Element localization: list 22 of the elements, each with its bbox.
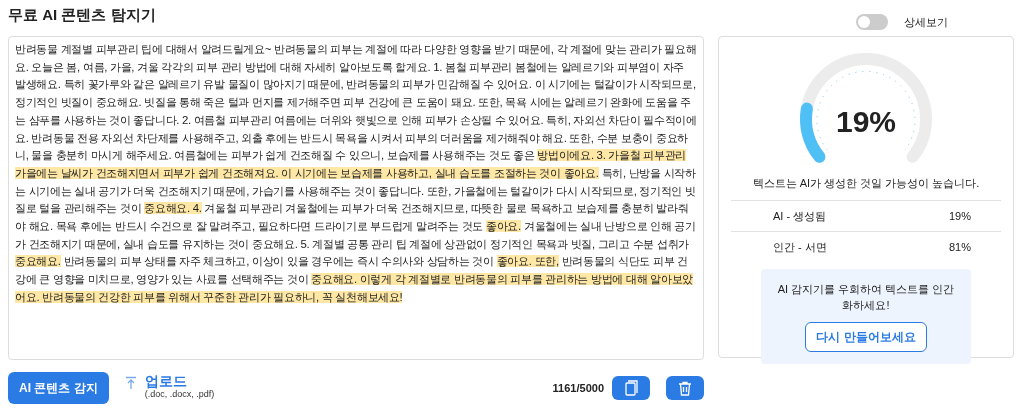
- trash-icon: [678, 380, 692, 396]
- upload-link[interactable]: 업로드: [144, 374, 187, 389]
- toggle-label: 상세보기: [904, 15, 948, 30]
- row-label: AI - 생성됨: [773, 208, 827, 224]
- row-label: 인간 - 서면: [773, 240, 827, 255]
- gauge-reading: 19%: [834, 104, 897, 140]
- page-title: 무료 AI 콘텐츠 탐지기: [8, 6, 156, 25]
- copy-button[interactable]: [612, 376, 650, 400]
- file-formats: (.doc, .docx, .pdf): [144, 389, 215, 402]
- essay-text: 반려동물 계절별 피부관리 팁에 대해서 알려드릴게요~ 반려동물의 피부는 계절에 따라 다양한 영향을 받기 때문에, 각 계절에 맞는 관리가 필요해요. 오늘은 봄, 여름, 가을, 겨울 각각의 피부 관리 방법에 대해 자세히 알아보도록 할게요. 1. 봄철 피부관리 봄철에는 알레르기와 피부염이 자주 발생해요. 특히 꽃가루와 같은 알레르기 유발 물질이 많아지기 때문에, 반려동물의 피부가 민감해질 수 있어요. 이 시기에는 털갈이가 시작되므로, 정기적인 빗질이 중요해요. 빗질을 통해 죽은 털과 먼지를 제거해주면 피부 건강에 큰 도움이 돼요. 또한, 목욕 시에는 알레르기 완화에 도움을 주는 샴푸를 사용하는 것이 좋답니다. 2. 여름철 피부관리 여름에는 더위와 햇빛으로 인해 피부가 손상될 수 있어요. 특히, 자외선 차단이 필수적이에요. 반려동물 전용 자외선 차단제를 사용해주고, 외출 후에는 반드시 목욕을 시켜서 피부의 더러움을 제거해줘야 해요. 또한, 수분 보충이 중요하니, 물을 충분히 마시게 해주세요. 여름철에는 피부가 쉽게 건조해질 수 있으니, 보습제를 사용해주는 것도 좋은 방법이에요. 3. 가을철 피부관리 가을에는 날씨가 건조해지면서 피부가 쉽게 건조해져요. 이 시기에는 보습제를 사용하고, 실내 습도를 조절하는 것이 좋아요. 특히, 난방을 시작하는 시기에는 실내 공기가 더욱 건조해지기 때문에, 가습기를 사용해주는 것이 좋답니다. 또한, 가을철에는 털갈이가 다시 시작되므로, 정기적인 빗질로 털을 관리해주는 것이 중요해요. 4. 겨울철 피부관리 겨울철에는 피부가 더욱 건조해지므로, 따뜻한 물로 목욕하고 보습제를 충분히 발라줘야 해요. 목욕 후에는 반드시 수건으로 잘 말려주고, 필요하다면 드라이기로 부드럽게 말려주는 것도 좋아요. 겨울철에는 실내 난방으로 인해 공기가 건조해지기 때문에, 실내 습도를 유지하는 것이 중요해요. 5. 계절별 공통 관리 팁 계절에 상관없이 정기적인 목욕과 빗질, 그리고 수분 섭취가 중요해요. 반려동물의 피부 상태를 자주 체크하고, 이상이 있을 경우에는 즉시 수의사와 상담하는 것이 좋아요. 또한, 반려동물의 식단도 피부 건강에 큰 영향을 미치므로, 영양가 있는 사료를 선택해주는 것이 중요해요. 이렇게 각 계절별로 반려동물의 피부를 관리하는 방법에 대해 알아보았어요. 반려동물의 건강한 피부를 위해서 꾸준한 관리가 필요하니, 꼭 실천해보세요!: [15, 42, 697, 305]
- promo-text: AI 감지기를 우회하여 텍스트를 인간화하세요!: [776, 281, 956, 313]
- detect-button[interactable]: AI 콘텐츠 감지: [8, 372, 109, 404]
- row-value: 19%: [948, 208, 971, 224]
- copy-icon: [624, 380, 638, 396]
- toggle-switch[interactable]: [856, 14, 888, 31]
- upload-icon[interactable]: [124, 376, 137, 390]
- regenerate-button[interactable]: 다시 만들어보세요: [805, 321, 927, 352]
- character-count: 1161/5000: [552, 380, 604, 396]
- row-value: 81%: [948, 240, 971, 255]
- delete-button[interactable]: [666, 376, 704, 400]
- text-area[interactable]: [8, 36, 704, 360]
- verdict-text: 텍스트는 AI가 생성한 것일 가능성이 높습니다.: [751, 176, 981, 191]
